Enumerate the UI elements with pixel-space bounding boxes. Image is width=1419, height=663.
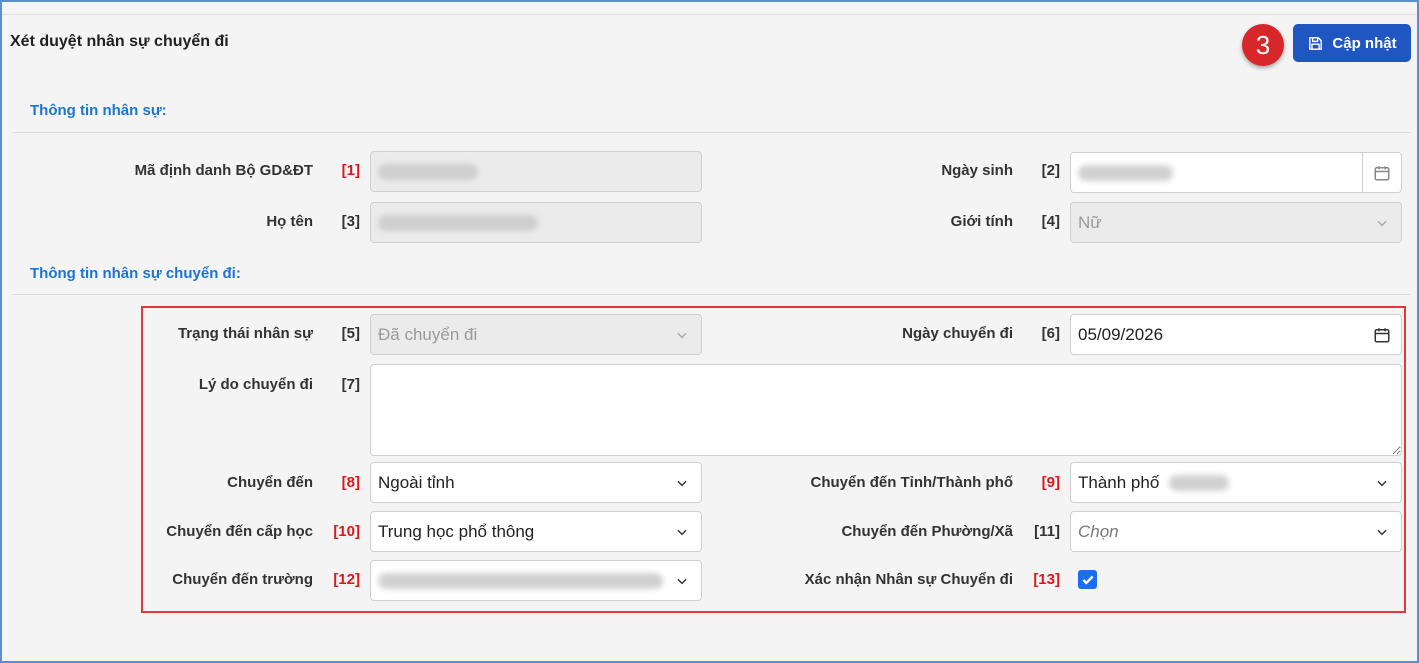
chevron-down-icon (1377, 480, 1387, 487)
page-title: Xét duyệt nhân sự chuyển đi (10, 33, 229, 50)
index-2: [2] (1041, 162, 1060, 179)
index-6: [6] (1041, 325, 1060, 342)
section-transfer-divider (12, 294, 1410, 295)
label-cap-hoc: Chuyển đến cấp học (166, 523, 313, 540)
section-personal-divider (12, 132, 1410, 133)
index-3: [3] (341, 213, 360, 230)
index-13: [13] (1033, 571, 1060, 588)
cap-hoc-value: Trung học phổ thông (378, 521, 535, 541)
label-phuong-xa: Chuyển đến Phường/Xã (841, 523, 1013, 540)
label-tinh-tp: Chuyển đến Tỉnh/Thành phố (810, 474, 1013, 491)
label-xac-nhan: Xác nhận Nhân sự Chuyển đi (804, 571, 1013, 588)
label-ho-ten: Họ tên (266, 213, 313, 230)
top-strip (2, 2, 1417, 15)
chevron-down-icon (677, 529, 687, 536)
index-7: [7] (341, 376, 360, 393)
ma-dinh-danh-input (370, 151, 702, 192)
gioi-tinh-value: Nữ (1078, 212, 1102, 232)
calendar-button[interactable] (1363, 315, 1401, 354)
index-10: [10] (333, 523, 360, 540)
gioi-tinh-select: Nữ (1070, 202, 1402, 243)
index-12: [12] (333, 571, 360, 588)
calendar-button[interactable] (1362, 153, 1401, 192)
label-trang-thai: Trạng thái nhân sự (177, 325, 313, 342)
redacted-value (378, 163, 478, 180)
checkmark-icon (1082, 575, 1093, 585)
ly-do-textarea[interactable] (370, 364, 1402, 456)
chevron-down-icon (677, 480, 687, 487)
index-11: [11] (1034, 523, 1060, 540)
ngay-chuyen-di-value: 05/09/2026 (1078, 324, 1164, 344)
index-8: [8] (341, 474, 360, 491)
phuong-xa-select[interactable]: Chọn (1070, 511, 1402, 552)
ngay-chuyen-di-input[interactable]: 05/09/2026 (1070, 314, 1402, 355)
label-ly-do: Lý do chuyển đi (198, 376, 313, 393)
label-truong: Chuyển đến trường (172, 571, 313, 588)
label-ngay-chuyen-di: Ngày chuyển đi (902, 325, 1013, 342)
tinh-tp-select[interactable]: Thành phố (1070, 462, 1402, 503)
index-4: [4] (1041, 213, 1060, 230)
save-icon (1309, 36, 1323, 50)
update-button-label: Cập nhật (1332, 34, 1397, 52)
section-transfer-title: Thông tin nhân sự chuyển đi: (30, 265, 241, 282)
update-button[interactable]: Cập nhật (1293, 24, 1411, 62)
section-personal-title: Thông tin nhân sự: (30, 102, 167, 119)
chevron-down-icon (677, 578, 687, 585)
ngay-sinh-input[interactable] (1070, 152, 1402, 193)
label-chuyen-den: Chuyển đến (227, 474, 313, 491)
app-frame: Xét duyệt nhân sự chuyển đi 3 Cập nhật T… (0, 0, 1419, 663)
label-gioi-tinh: Giới tính (950, 213, 1013, 230)
redacted-value (378, 572, 663, 589)
label-ngay-sinh: Ngày sinh (941, 162, 1013, 179)
step-3-badge: 3 (1242, 24, 1284, 66)
chuyen-den-value: Ngoài tỉnh (378, 472, 455, 492)
trang-thai-value: Đã chuyển đi (378, 324, 478, 344)
index-9: [9] (1041, 474, 1060, 491)
redacted-value (1169, 474, 1230, 491)
label-ma-dinh-danh: Mã định danh Bộ GD&ĐT (134, 162, 313, 179)
chuyen-den-select[interactable]: Ngoài tỉnh (370, 462, 702, 503)
chevron-down-icon (1377, 529, 1387, 536)
tinh-tp-value: Thành phố (1078, 472, 1160, 492)
xac-nhan-checkbox[interactable] (1078, 570, 1097, 589)
redacted-value (378, 214, 538, 231)
redacted-value (1078, 164, 1173, 181)
truong-select[interactable] (370, 560, 702, 601)
trang-thai-select: Đã chuyển đi (370, 314, 702, 355)
index-1: [1] (341, 162, 360, 179)
chevron-down-icon (1377, 220, 1387, 227)
phuong-xa-placeholder: Chọn (1078, 521, 1119, 541)
calendar-icon (1374, 327, 1390, 342)
index-5: [5] (341, 325, 360, 342)
calendar-icon (1374, 165, 1390, 180)
ho-ten-input (370, 202, 702, 243)
cap-hoc-select[interactable]: Trung học phổ thông (370, 511, 702, 552)
chevron-down-icon (677, 332, 687, 339)
